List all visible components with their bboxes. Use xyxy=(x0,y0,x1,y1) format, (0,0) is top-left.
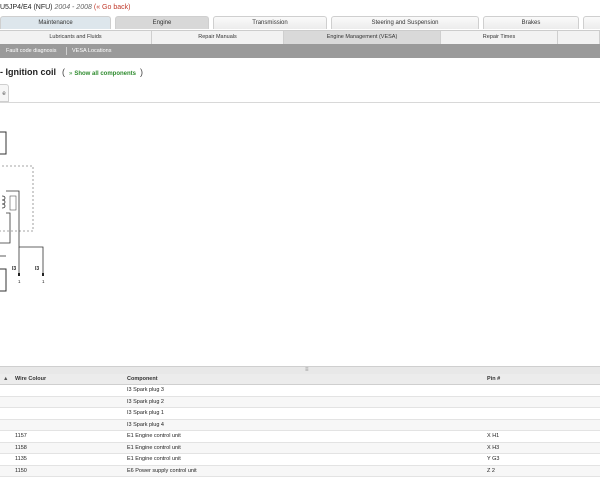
cell-component: E1 Engine control unit xyxy=(124,430,484,443)
diagram-svg: I3 I3 1 1 xyxy=(0,131,45,292)
table-row[interactable]: 1135 E1 Engine control unit Y G3 xyxy=(0,453,600,466)
cell-component: E1 Engine control unit xyxy=(124,442,484,454)
wire-1 xyxy=(6,190,44,273)
cell-component: I3 Spark plug 2 xyxy=(124,396,484,408)
pin-marker-1 xyxy=(18,273,20,276)
main-tab-bar: Maintenance Engine Transmission Steering… xyxy=(0,16,600,30)
page-title-bar: - Ignition coil ( » Show all components) xyxy=(0,62,143,82)
tab-lubricants-fluids[interactable]: Lubricants and Fluids xyxy=(0,31,152,44)
tab-repair-manuals[interactable]: Repair Manuals xyxy=(152,31,284,44)
table-header-row: ▲ Wire Colour Component Pin # xyxy=(0,374,600,385)
cell-pin: X H1 xyxy=(484,430,600,443)
tab-more[interactable] xyxy=(583,16,600,29)
pin-marker-2 xyxy=(42,273,44,276)
tab-transmission[interactable]: Transmission xyxy=(213,16,327,29)
cell-component: I3 Spark plug 3 xyxy=(124,384,484,397)
cell-wire: 1150 xyxy=(12,465,124,477)
page-title: - Ignition coil xyxy=(0,67,56,77)
tab-more-sub[interactable] xyxy=(558,31,600,44)
arrow-icon: » xyxy=(69,71,73,77)
tab-vesa-locations[interactable]: VESA Locations xyxy=(68,44,115,58)
connector-label-1: I3 xyxy=(12,266,16,272)
tab-fault-code-diagnosis[interactable]: Fault code diagnosis xyxy=(2,44,60,58)
tab-repair-times[interactable]: Repair Times xyxy=(441,31,558,44)
cell-wire: 1157 xyxy=(12,430,124,443)
cell-wire xyxy=(12,407,124,420)
cell-pin: Z 2 xyxy=(484,465,600,477)
cell-wire xyxy=(12,384,124,397)
wiring-table: ▲ Wire Colour Component Pin # I3 Spark p… xyxy=(0,374,600,477)
vehicle-header: U5JP4/E4 (NFU) 2004 - 2008 (« Go back) xyxy=(0,0,600,16)
sort-icon[interactable]: ▲ xyxy=(0,374,12,385)
cell-wire: 1135 xyxy=(12,453,124,466)
paren-close: ) xyxy=(140,67,144,77)
toolbar-divider xyxy=(66,47,67,55)
coil-core xyxy=(9,195,17,211)
vehicle-model-text: U5JP4/E4 (NFU) xyxy=(0,4,53,11)
vehicle-years: 2004 - 2008 xyxy=(54,4,92,11)
pin-label-1: 1 xyxy=(18,279,21,284)
cell-component: I3 Spark plug 4 xyxy=(124,419,484,431)
table-row[interactable]: I3 Spark plug 4 xyxy=(0,419,600,431)
coil-winding-icon xyxy=(1,195,6,209)
cell-pin xyxy=(484,419,600,431)
tool-bar: Fault code diagnosis VESA Locations xyxy=(0,44,600,58)
component-box-bottom xyxy=(0,268,7,292)
vehicle-model: U5JP4/E4 (NFU) 2004 - 2008 (« Go back) xyxy=(0,0,130,16)
tab-engine-management[interactable]: Engine Management (VESA) xyxy=(284,31,441,44)
column-header-wire-colour[interactable]: Wire Colour xyxy=(12,374,124,385)
table-row[interactable]: I3 Spark plug 3 xyxy=(0,384,600,397)
cell-pin xyxy=(484,396,600,408)
table-row[interactable]: 1150 E6 Power supply control unit Z 2 xyxy=(0,465,600,477)
cell-component: E6 Power supply control unit xyxy=(124,465,484,477)
column-header-component[interactable]: Component xyxy=(124,374,484,385)
table-row[interactable]: 1157 E1 Engine control unit X H1 xyxy=(0,430,600,443)
cell-component: E1 Engine control unit xyxy=(124,453,484,466)
tab-maintenance[interactable]: Maintenance xyxy=(0,16,111,29)
go-back-link[interactable]: (« Go back) xyxy=(94,4,131,11)
cell-wire xyxy=(12,396,124,408)
diagram-tab[interactable]: e xyxy=(0,84,9,102)
cell-pin: X H3 xyxy=(484,442,600,454)
tab-steering-suspension[interactable]: Steering and Suspension xyxy=(331,16,479,29)
connector-label-2: I3 xyxy=(35,266,39,272)
cell-pin xyxy=(484,384,600,397)
wiring-diagram: I3 I3 1 1 xyxy=(0,102,600,367)
table-row[interactable]: I3 Spark plug 1 xyxy=(0,407,600,420)
cell-wire xyxy=(12,419,124,431)
splitter-grip-icon[interactable]: ≡ xyxy=(305,367,309,373)
table-row[interactable]: 1158 E1 Engine control unit X H3 xyxy=(0,442,600,454)
cell-pin: Y G3 xyxy=(484,453,600,466)
cell-wire: 1158 xyxy=(12,442,124,454)
tab-engine[interactable]: Engine xyxy=(115,16,209,29)
paren-open: ( xyxy=(62,67,65,77)
tab-brakes[interactable]: Brakes xyxy=(483,16,579,29)
component-box-top xyxy=(0,131,7,155)
wire-2 xyxy=(0,212,11,244)
column-header-pin[interactable]: Pin # xyxy=(484,374,600,385)
pin-label-2: 1 xyxy=(42,279,45,284)
table-row[interactable]: I3 Spark plug 2 xyxy=(0,396,600,408)
show-all-components-link[interactable]: Show all components xyxy=(74,71,136,77)
cell-pin xyxy=(484,407,600,420)
cell-component: I3 Spark plug 1 xyxy=(124,407,484,420)
sub-tab-bar: Lubricants and Fluids Repair Manuals Eng… xyxy=(0,30,600,45)
